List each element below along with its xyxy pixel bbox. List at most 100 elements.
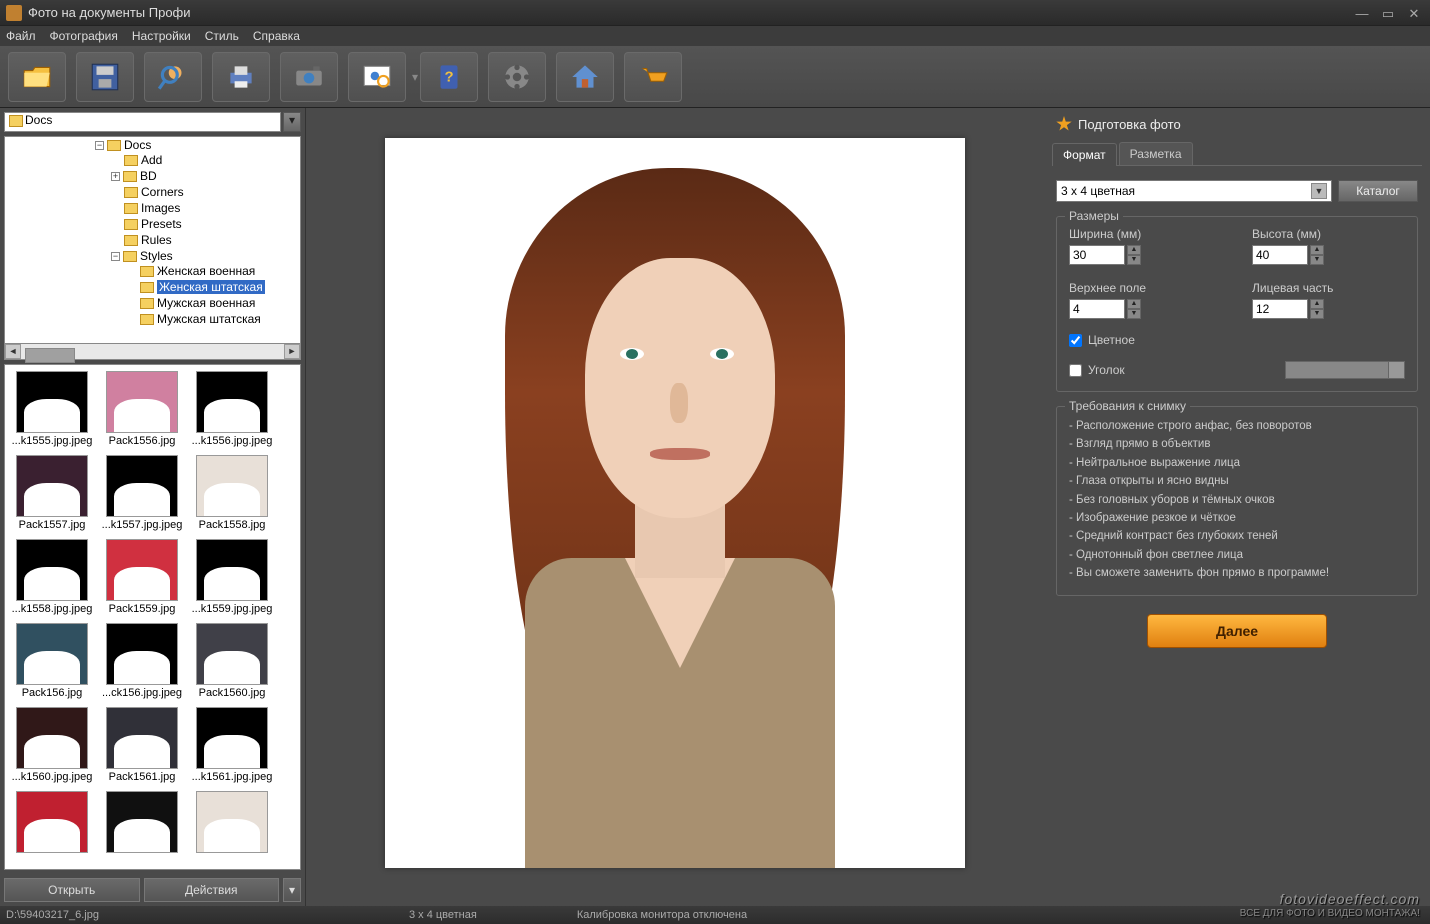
spin-down[interactable]: ▼	[1127, 255, 1141, 265]
home-button[interactable]	[556, 52, 614, 102]
folder-icon	[123, 171, 137, 182]
shop-cart-button[interactable]	[624, 52, 682, 102]
path-input[interactable]: Docs	[4, 112, 281, 132]
thumbnail-item[interactable]	[191, 791, 273, 855]
tree-node[interactable]: Мужская штатская	[157, 312, 261, 326]
expand-toggle[interactable]: −	[95, 141, 104, 150]
thumbnail-item[interactable]: ...k1559.jpg.jpeg	[191, 539, 273, 615]
menu-settings[interactable]: Настройки	[132, 29, 191, 43]
menu-style[interactable]: Стиль	[205, 29, 239, 43]
thumbnail-item[interactable]: ...ck156.jpg.jpeg	[101, 623, 183, 699]
thumbnail-item[interactable]: Pack1560.jpg	[191, 623, 273, 699]
actions-dropdown-button[interactable]: ▾	[283, 878, 301, 902]
expand-toggle[interactable]: +	[111, 172, 120, 181]
tree-node[interactable]: Corners	[141, 185, 184, 199]
top-margin-input[interactable]	[1069, 299, 1125, 319]
camera-button[interactable]	[280, 52, 338, 102]
spin-down[interactable]: ▼	[1310, 255, 1324, 265]
thumbnails-pane[interactable]: ...k1555.jpg.jpegPack1556.jpg...k1556.jp…	[4, 364, 301, 870]
catalog-button[interactable]: Каталог	[1338, 180, 1418, 202]
thumbnail-item[interactable]: ...k1557.jpg.jpeg	[101, 455, 183, 531]
tree-node-selected[interactable]: Женская штатская	[157, 280, 265, 294]
folder-icon	[124, 155, 138, 166]
actions-button[interactable]: Действия	[144, 878, 280, 902]
print-button[interactable]	[212, 52, 270, 102]
folder-tree[interactable]: − Docs Add + BD Corners Images Presets Rul…	[4, 136, 301, 344]
thumbnail-item[interactable]: ...k1555.jpg.jpeg	[11, 371, 93, 447]
titlebar: Фото на документы Профи — ▭ ✕	[0, 0, 1430, 26]
thumbnail-item[interactable]: Pack1557.jpg	[11, 455, 93, 531]
requirement-item: Глаза открыты и ясно видны	[1069, 472, 1405, 490]
spin-up[interactable]: ▲	[1310, 299, 1324, 309]
fit-screen-button[interactable]	[348, 52, 406, 102]
tree-node[interactable]: Styles	[140, 249, 173, 263]
menu-photo[interactable]: Фотография	[50, 29, 118, 43]
chevron-down-icon: ▼	[1311, 183, 1327, 199]
corner-checkbox[interactable]	[1069, 364, 1082, 377]
thumbnail-item[interactable]: Pack156.jpg	[11, 623, 93, 699]
height-input[interactable]	[1252, 245, 1308, 265]
color-checkbox[interactable]	[1069, 334, 1082, 347]
format-combo[interactable]: 3 x 4 цветная ▼	[1056, 180, 1332, 202]
thumbnail-item[interactable]: ...k1556.jpg.jpeg	[191, 371, 273, 447]
open-button[interactable]: Открыть	[4, 878, 140, 902]
thumbnail-item[interactable]: Pack1559.jpg	[101, 539, 183, 615]
spin-up[interactable]: ▲	[1127, 245, 1141, 255]
tree-node[interactable]: Rules	[141, 233, 172, 247]
folder-icon	[9, 115, 23, 127]
watermark-sub: ВСЕ ДЛЯ ФОТО И ВИДЕО МОНТАЖА!	[1240, 908, 1420, 920]
next-button[interactable]: Далее	[1147, 614, 1327, 648]
thumbnail-item[interactable]: Pack1556.jpg	[101, 371, 183, 447]
spin-up[interactable]: ▲	[1127, 299, 1141, 309]
watermark: fotovideoeffect.com ВСЕ ДЛЯ ФОТО И ВИДЕО…	[1240, 891, 1420, 920]
top-margin-label: Верхнее поле	[1069, 281, 1222, 295]
format-combo-value: 3 x 4 цветная	[1061, 184, 1135, 198]
spin-down[interactable]: ▼	[1310, 309, 1324, 319]
folder-icon	[140, 298, 154, 309]
minimize-button[interactable]: —	[1352, 6, 1372, 20]
color-checkbox-label: Цветное	[1088, 333, 1135, 347]
spin-down[interactable]: ▼	[1127, 309, 1141, 319]
tree-node[interactable]: Мужская военная	[157, 296, 255, 310]
menu-file[interactable]: Файл	[6, 29, 36, 43]
tree-node[interactable]: Images	[141, 201, 180, 215]
corner-combo[interactable]	[1285, 361, 1405, 379]
tree-node[interactable]: Женская военная	[157, 264, 255, 278]
photo-canvas[interactable]	[385, 138, 965, 868]
video-button[interactable]	[488, 52, 546, 102]
expand-toggle[interactable]: −	[111, 252, 120, 261]
thumbnail-item[interactable]	[11, 791, 93, 855]
toolbar-separator: ▾	[412, 57, 418, 97]
thumbnail-item[interactable]: ...k1560.jpg.jpeg	[11, 707, 93, 783]
maximize-button[interactable]: ▭	[1378, 6, 1398, 20]
tree-node[interactable]: Add	[141, 153, 162, 167]
help-book-button[interactable]: ?	[420, 52, 478, 102]
open-folder-button[interactable]	[8, 52, 66, 102]
requirements-list: Расположение строго анфас, без поворотов…	[1069, 417, 1405, 583]
thumbnail-item[interactable]: ...k1561.jpg.jpeg	[191, 707, 273, 783]
width-input[interactable]	[1069, 245, 1125, 265]
tree-node[interactable]: BD	[140, 169, 157, 183]
chevron-down-icon	[1388, 362, 1404, 378]
tab-markup[interactable]: Разметка	[1119, 142, 1193, 165]
thumbnail-item[interactable]	[101, 791, 183, 855]
window-title: Фото на документы Профи	[28, 5, 191, 20]
watermark-site: fotovideoeffect.com	[1240, 891, 1420, 908]
thumbnail-item[interactable]: Pack1561.jpg	[101, 707, 183, 783]
save-button[interactable]	[76, 52, 134, 102]
spin-up[interactable]: ▲	[1310, 245, 1324, 255]
face-part-input[interactable]	[1252, 299, 1308, 319]
thumbnail-item[interactable]: Pack1558.jpg	[191, 455, 273, 531]
tree-node[interactable]: Presets	[141, 217, 182, 231]
thumbnail-item[interactable]: ...k1558.jpg.jpeg	[11, 539, 93, 615]
star-icon	[1056, 116, 1072, 132]
preview-button[interactable]	[144, 52, 202, 102]
tab-format[interactable]: Формат	[1052, 143, 1117, 166]
close-button[interactable]: ✕	[1404, 6, 1424, 20]
path-dropdown-button[interactable]: ▾	[283, 112, 301, 132]
face-part-label: Лицевая часть	[1252, 281, 1405, 295]
menu-help[interactable]: Справка	[253, 29, 300, 43]
tree-node[interactable]: Docs	[124, 138, 151, 152]
tree-hscrollbar[interactable]: ◄►	[4, 344, 301, 360]
requirement-item: Без головных уборов и тёмных очков	[1069, 491, 1405, 509]
